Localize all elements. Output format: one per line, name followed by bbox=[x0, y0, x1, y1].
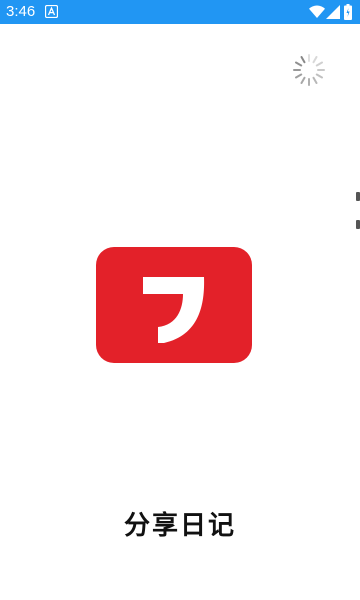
app-logo bbox=[96, 247, 252, 363]
spinner-spoke bbox=[315, 61, 323, 67]
loading-spinner-icon[interactable] bbox=[292, 53, 326, 87]
wifi-icon bbox=[309, 5, 325, 18]
app-logo-background bbox=[96, 247, 252, 363]
edge-indicator bbox=[356, 192, 360, 201]
spinner-spoke bbox=[312, 56, 318, 64]
app-name: 分享日记 bbox=[123, 511, 236, 541]
notification-a-icon bbox=[45, 5, 58, 18]
spinner-spoke bbox=[295, 61, 303, 67]
spinner-spoke bbox=[315, 73, 323, 79]
spinner-spoke bbox=[300, 76, 306, 84]
spinner-spoke bbox=[300, 56, 306, 64]
status-bar: 3:46 bbox=[0, 0, 360, 24]
edge-indicator bbox=[356, 220, 360, 229]
spinner-spoke bbox=[295, 73, 303, 79]
battery-icon bbox=[344, 4, 352, 20]
spinner-spoke bbox=[312, 76, 318, 84]
signal-icon bbox=[326, 5, 340, 19]
status-time: 3:46 bbox=[6, 3, 36, 20]
